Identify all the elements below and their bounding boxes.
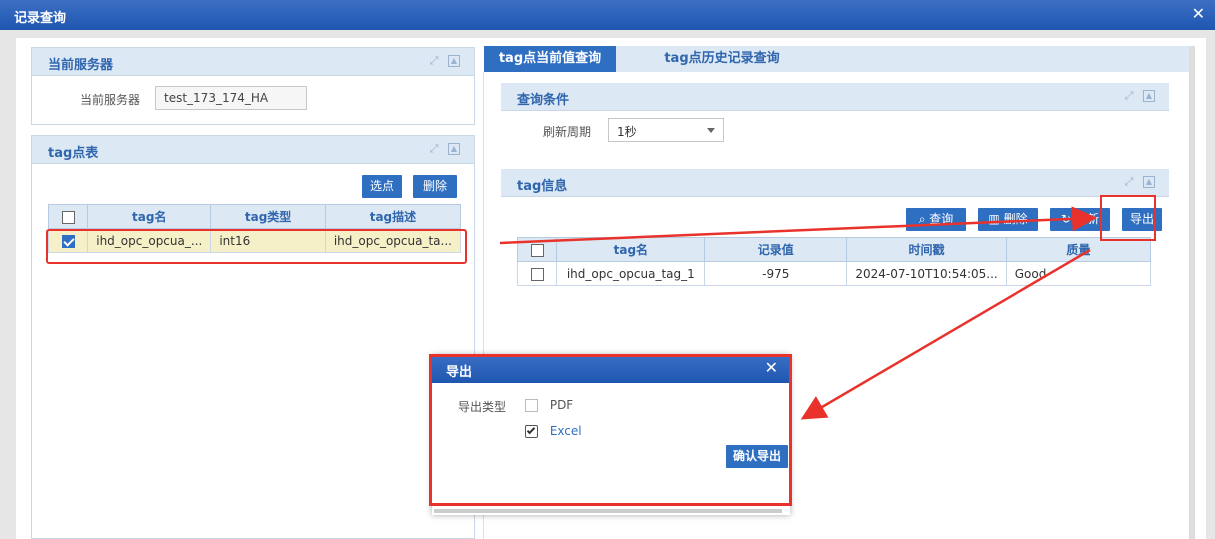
refresh-button[interactable]: ↻ 刷新 <box>1050 208 1110 231</box>
option-label: Excel <box>549 424 582 438</box>
table-row[interactable]: ihd_opc_opcua_... int16 ihd_opc_opcua_ta… <box>47 228 462 253</box>
dialog-scrollbar[interactable] <box>434 509 782 513</box>
tag-name-cell: ihd_opc_opcua_... <box>87 228 212 253</box>
export-type-label: 导出类型 <box>458 400 507 414</box>
refresh-icon: ↻ <box>1061 212 1072 226</box>
panel-header: tag点表 ⤢ ▲ <box>32 136 474 164</box>
tag-table: tag名 tag类型 tag描述 ihd_opc_opcua_... int16… <box>47 204 462 253</box>
collapse-icon[interactable]: ▲ <box>1143 90 1155 102</box>
row-checkbox[interactable] <box>516 261 558 286</box>
server-label: 当前服务器 <box>80 93 141 107</box>
refresh-value: 1秒 <box>617 125 637 139</box>
table-row[interactable]: ihd_opc_opcua_tag_1 -975 2024-07-10T10:5… <box>516 261 1152 286</box>
pdf-checkbox[interactable] <box>525 399 538 412</box>
panel-header: 查询条件 ⤢ ▲ <box>501 83 1169 111</box>
tag-info-table: tag名 记录值 时间戳 质量 ihd_opc_opcua_tag_1 -975… <box>516 237 1152 286</box>
tag-info-panel: tag信息 ⤢ ▲ ⌕ 查询 ▥ 删除 ↻ 刷新 导出 tag名 记录值 时间戳 <box>501 169 1169 309</box>
close-icon[interactable]: ✕ <box>765 358 778 377</box>
export-button[interactable]: 导出 <box>1122 208 1162 231</box>
timestamp-cell: 2024-07-10T10:54:05... <box>846 261 1007 286</box>
server-panel: 当前服务器 ⤢ ▲ 当前服务器 test_173_174_HA <box>31 47 475 125</box>
panel-title: tag信息 <box>517 179 568 194</box>
close-icon[interactable]: ✕ <box>1192 4 1205 23</box>
tag-table-panel: tag点表 ⤢ ▲ 选点 删除 tag名 tag类型 tag描述 ihd_opc_… <box>31 135 475 539</box>
select-tag-button[interactable]: 选点 <box>362 175 402 198</box>
column-header: 记录值 <box>704 237 848 262</box>
panel-title: 查询条件 <box>517 93 570 108</box>
excel-checkbox[interactable] <box>525 425 538 438</box>
delete-button-label: 删除 <box>1003 212 1028 226</box>
collapse-icon[interactable]: ▲ <box>448 55 460 67</box>
window-title: 记录查询 <box>14 11 67 26</box>
panel-title: 当前服务器 <box>48 58 114 73</box>
select-all-checkbox[interactable] <box>47 204 89 229</box>
tab-history[interactable]: tag点历史记录查询 <box>650 46 794 72</box>
collapse-icon[interactable]: ▲ <box>448 143 460 155</box>
option-pdf[interactable]: PDF <box>525 398 573 412</box>
panel-header: 当前服务器 ⤢ ▲ <box>32 48 474 76</box>
dialog-header: 导出 ✕ <box>432 355 790 383</box>
panel-header: tag信息 ⤢ ▲ <box>501 169 1169 197</box>
collapse-icon[interactable]: ▲ <box>1143 176 1155 188</box>
refresh-label: 刷新周期 <box>543 125 592 139</box>
refresh-select[interactable]: 1秒 <box>608 118 724 142</box>
window-titlebar: 记录查询 ✕ <box>0 0 1215 30</box>
query-button-label: 查询 <box>929 212 954 226</box>
column-header: 质量 <box>1005 237 1152 262</box>
table-header-row: tag名 记录值 时间戳 质量 <box>516 237 1152 262</box>
expand-icon[interactable]: ⤢ <box>1123 90 1135 102</box>
row-checkbox[interactable] <box>47 228 89 253</box>
refresh-button-label: 刷新 <box>1074 212 1099 226</box>
trash-icon: ▥ <box>988 212 1000 226</box>
quality-cell: Good <box>1005 261 1152 286</box>
delete-button[interactable]: ▥ 删除 <box>978 208 1038 231</box>
column-header: tag类型 <box>210 204 326 229</box>
tab-bar: tag点当前值查询 tag点历史记录查询 <box>484 46 1189 72</box>
option-excel[interactable]: Excel <box>525 424 582 438</box>
dialog-title: 导出 <box>446 365 473 380</box>
export-dialog: 导出 ✕ 导出类型 PDF Excel 确认导出 <box>432 355 790 515</box>
server-field[interactable]: test_173_174_HA <box>155 86 307 110</box>
query-panel: 查询条件 ⤢ ▲ 刷新周期 1秒 <box>501 83 1169 151</box>
tag-desc-cell: ihd_opc_opcua_ta... <box>324 228 462 253</box>
expand-icon[interactable]: ⤢ <box>428 55 440 67</box>
confirm-export-button[interactable]: 确认导出 <box>726 445 788 468</box>
tag-type-cell: int16 <box>210 228 326 253</box>
option-label: PDF <box>549 398 574 412</box>
expand-icon[interactable]: ⤢ <box>1123 176 1135 188</box>
tab-current-value[interactable]: tag点当前值查询 <box>484 46 616 72</box>
select-all-checkbox[interactable] <box>516 237 558 262</box>
panel-title: tag点表 <box>48 146 99 161</box>
expand-icon[interactable]: ⤢ <box>428 143 440 155</box>
search-icon: ⌕ <box>918 212 926 226</box>
column-header: tag名 <box>87 204 212 229</box>
table-header-row: tag名 tag类型 tag描述 <box>47 204 462 229</box>
scrollbar[interactable] <box>1189 46 1195 539</box>
chevron-down-icon <box>707 128 715 133</box>
tag-name-cell: ihd_opc_opcua_tag_1 <box>556 261 706 286</box>
column-header: tag描述 <box>324 204 462 229</box>
column-header: tag名 <box>556 237 706 262</box>
column-header: 时间戳 <box>846 237 1007 262</box>
delete-tag-button[interactable]: 删除 <box>413 175 457 198</box>
query-button[interactable]: ⌕ 查询 <box>906 208 966 231</box>
value-cell: -975 <box>704 261 848 286</box>
